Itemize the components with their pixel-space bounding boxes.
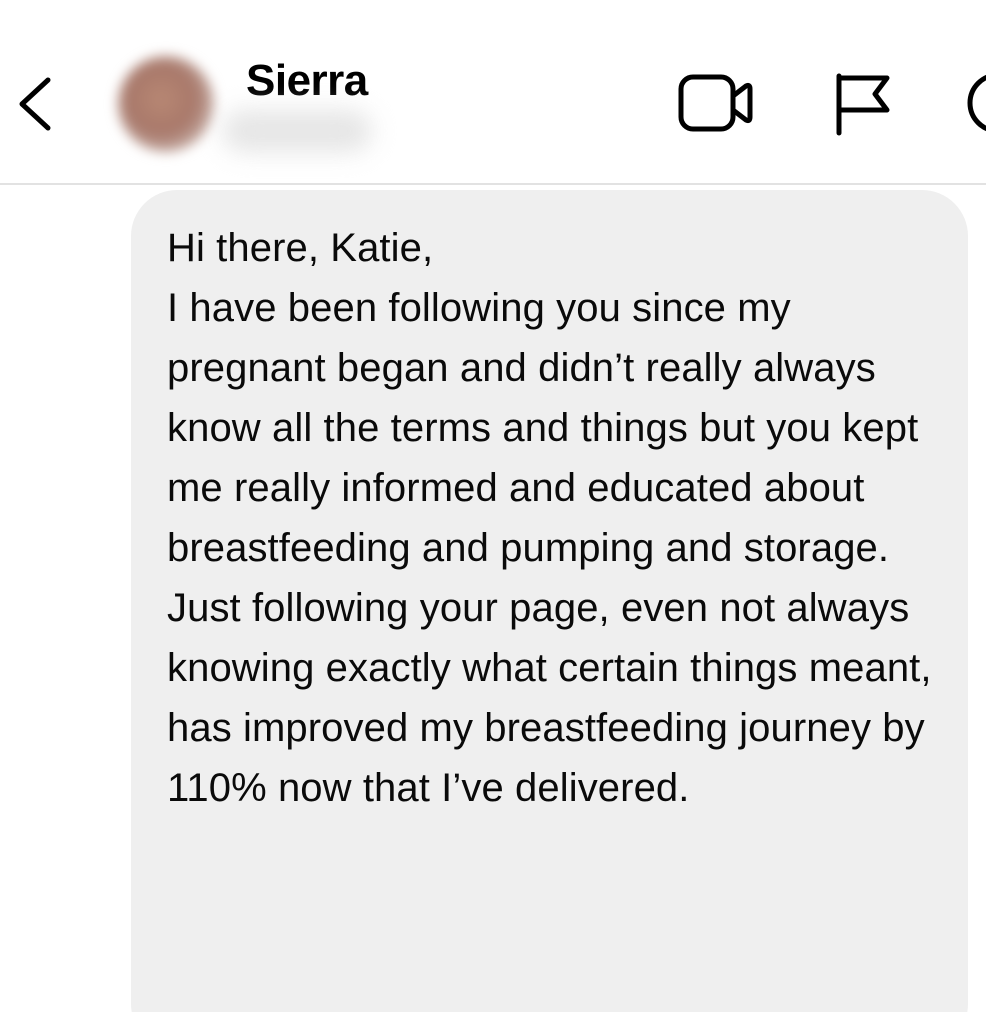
info-button[interactable]	[962, 70, 986, 136]
info-icon	[962, 70, 986, 136]
back-button[interactable]	[10, 70, 60, 140]
contact-name[interactable]: Sierra	[246, 55, 368, 107]
chevron-left-icon	[10, 70, 60, 140]
avatar[interactable]	[118, 56, 214, 152]
chat-header: Sierra	[0, 0, 986, 185]
video-call-button[interactable]	[676, 72, 756, 134]
chat-screen: Sierra Hi there, Katie, I have been foll…	[0, 0, 986, 1012]
redacted-username	[222, 110, 372, 152]
report-button[interactable]	[832, 70, 894, 136]
message-text: Hi there, Katie, I have been following y…	[167, 226, 932, 810]
flag-icon	[832, 70, 894, 136]
video-camera-icon	[676, 72, 756, 134]
